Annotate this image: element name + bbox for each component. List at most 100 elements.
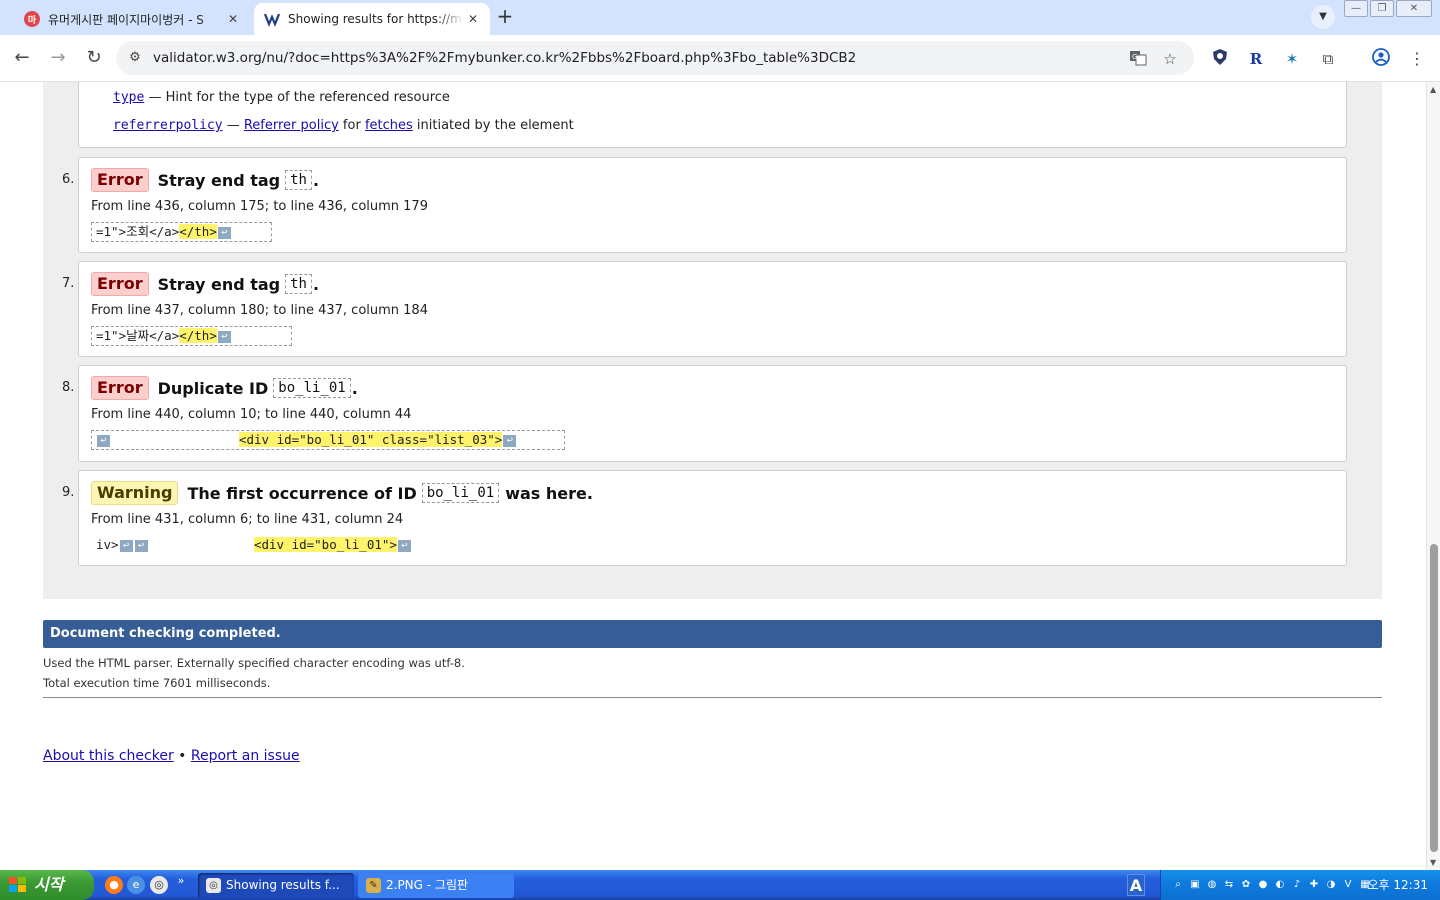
- for-text: for: [338, 118, 365, 133]
- forward-arrow-icon[interactable]: →: [46, 46, 70, 70]
- antivirus-tray-icon[interactable]: ✚: [1307, 878, 1321, 892]
- code-id: bo_li_01: [421, 483, 500, 503]
- page-content: type — Hint for the type of the referenc…: [0, 82, 1426, 870]
- bear-tray-icon[interactable]: ✿: [1239, 878, 1253, 892]
- attribute-type-link[interactable]: type: [113, 90, 144, 105]
- new-tab-plus-icon[interactable]: +: [494, 6, 516, 28]
- message-text: Stray end tag: [157, 274, 281, 294]
- language-bar-indicator[interactable]: A: [1127, 874, 1145, 896]
- extensions-puzzle-icon[interactable]: ⧉: [1317, 48, 1339, 70]
- v3-tray-icon[interactable]: V: [1341, 878, 1355, 892]
- attribute-referrerpolicy-link[interactable]: referrerpolicy: [113, 118, 223, 133]
- line-break-icon: ↩: [119, 539, 133, 552]
- attribute-referrerpolicy-line: referrerpolicy — Referrer policy for fet…: [113, 118, 574, 133]
- restore-icon[interactable]: ❐: [1370, 0, 1394, 17]
- extract-highlight: </th>: [179, 328, 217, 343]
- reload-icon[interactable]: ↻: [82, 46, 106, 70]
- tab-validator-results[interactable]: Showing results for https://my ✕: [254, 3, 490, 35]
- ie-quicklaunch-icon[interactable]: e: [127, 876, 145, 894]
- extract-pre: [111, 432, 239, 447]
- extract-pre: iv>: [96, 537, 119, 552]
- taskbar-clock[interactable]: 오후 12:31: [1368, 870, 1428, 900]
- message-heading: Error Stray end tag th .: [91, 168, 319, 192]
- tab-humor-board[interactable]: 마 유머게시판 페이지마이벙커 - S ✕: [14, 3, 250, 35]
- message-location: From line 440, column 10; to line 440, c…: [91, 407, 412, 422]
- svg-text:G: G: [1132, 53, 1137, 61]
- task-paint-window[interactable]: ✎ 2.PNG - 그림판: [358, 873, 514, 898]
- message-7: Error Stray end tag th . From line 437, …: [78, 261, 1347, 357]
- about-checker-link[interactable]: About this checker: [43, 748, 174, 764]
- paint-app-icon: ✎: [366, 878, 381, 893]
- extract-highlight: </th>: [179, 224, 217, 239]
- shield-tray-icon[interactable]: ◐: [1273, 878, 1287, 892]
- line-break-icon: ↩: [97, 434, 110, 447]
- attribute-type-line: type — Hint for the type of the referenc…: [113, 90, 450, 105]
- extract-pre: =1">날짜</a>: [96, 328, 180, 343]
- error-badge: Error: [91, 376, 149, 400]
- scroll-down-arrow-icon[interactable]: ▼: [1430, 858, 1436, 867]
- disk-tray-icon[interactable]: ◍: [1205, 878, 1219, 892]
- shield-extension-icon[interactable]: [1209, 48, 1231, 70]
- bird-extension-icon[interactable]: ✶: [1281, 48, 1303, 70]
- system-tray: ⌕ ▣ ◍ ⇆ ✿ ● ◐ ♪ ✚ ◑ V ▦ 오후 12:31: [1160, 870, 1440, 900]
- message-text: The first occurrence of ID: [187, 483, 417, 503]
- close-icon[interactable]: ✕: [464, 12, 482, 26]
- extract-pre: =1">조회</a>: [96, 224, 180, 239]
- code-extract: ↩ <div id="bo_li_01" class="list_03"> ↩: [91, 430, 565, 450]
- window-close-icon[interactable]: ✕: [1396, 0, 1432, 17]
- profile-avatar-icon[interactable]: [1370, 48, 1392, 70]
- task-chrome-window[interactable]: ◎ Showing results f...: [198, 873, 354, 898]
- tab-title: Showing results for https://my: [288, 12, 464, 26]
- message-number: 9.: [62, 485, 75, 500]
- address-bar[interactable]: ⚙ validator.w3.org/nu/?doc=https%3A%2F%2…: [116, 41, 1194, 75]
- browser-toolbar: ← → ↻ ⚙ validator.w3.org/nu/?doc=https%3…: [0, 35, 1440, 82]
- footer-links: About this checker • Report an issue: [43, 748, 300, 764]
- message-suffix: .: [351, 378, 358, 398]
- message-location: From line 431, column 6; to line 431, co…: [91, 512, 404, 527]
- message-suffix: .: [312, 274, 320, 294]
- chrome-app-icon: ◎: [206, 878, 221, 893]
- back-arrow-icon[interactable]: ←: [10, 46, 34, 70]
- code-extract: iv> ↩ ↩ <div id="bo_li_01"> ↩: [91, 535, 417, 555]
- translate-icon[interactable]: G: [1128, 49, 1148, 69]
- message-heading: Warning The first occurrence of ID bo_li…: [91, 481, 593, 505]
- report-issue-link[interactable]: Report an issue: [191, 748, 300, 764]
- bookmark-star-icon[interactable]: ☆: [1160, 49, 1180, 69]
- chrome-quicklaunch-icon[interactable]: ◎: [150, 876, 168, 894]
- line-break-icon: ↩: [134, 539, 148, 552]
- fetches-link[interactable]: fetches: [365, 118, 413, 133]
- vertical-scrollbar[interactable]: ▲ ▼: [1426, 82, 1440, 870]
- attribute-tail-text: initiated by the element: [412, 118, 574, 133]
- scrollbar-thumb[interactable]: [1430, 544, 1438, 852]
- message-text: Duplicate ID: [157, 378, 269, 398]
- scroll-up-arrow-icon[interactable]: ▲: [1430, 85, 1436, 94]
- volume-tray-icon[interactable]: ♪: [1290, 878, 1304, 892]
- message-suffix: was here.: [505, 483, 593, 503]
- menu-kebab-icon[interactable]: ⋮: [1406, 48, 1428, 70]
- message-number: 8.: [62, 380, 75, 395]
- code-tag: th: [285, 274, 312, 294]
- message-5-details: type — Hint for the type of the referenc…: [78, 82, 1347, 148]
- line-break-icon: ↩: [503, 434, 517, 447]
- window-controls: — ❐ ✕: [1344, 0, 1432, 17]
- search-icon[interactable]: ⌕: [1171, 878, 1185, 892]
- firefox-tray-icon[interactable]: ●: [1256, 878, 1270, 892]
- site-info-icon[interactable]: ⚙: [126, 49, 144, 67]
- r-extension-icon[interactable]: R: [1245, 48, 1267, 70]
- firefox-quicklaunch-icon[interactable]: ●: [105, 876, 123, 894]
- quicklaunch-expand-icon[interactable]: »: [175, 872, 187, 890]
- tab-search-chevron-icon[interactable]: ▼: [1311, 5, 1335, 29]
- close-icon[interactable]: ✕: [224, 12, 242, 26]
- ball-tray-icon[interactable]: ◑: [1324, 878, 1338, 892]
- start-button[interactable]: 시작: [0, 870, 94, 900]
- message-6: Error Stray end tag th . From line 436, …: [78, 157, 1347, 253]
- minimize-icon[interactable]: —: [1344, 0, 1368, 17]
- tab-strip: 마 유머게시판 페이지마이벙커 - S ✕ Showing results fo…: [0, 0, 1440, 35]
- message-suffix: .: [312, 170, 320, 190]
- network-tray-icon[interactable]: ⇆: [1222, 878, 1236, 892]
- dash-text: —: [222, 118, 244, 133]
- warning-badge: Warning: [91, 481, 179, 505]
- monitor-tray-icon[interactable]: ▣: [1188, 878, 1202, 892]
- url-text[interactable]: validator.w3.org/nu/?doc=https%3A%2F%2Fm…: [153, 50, 856, 66]
- referrer-policy-link[interactable]: Referrer policy: [244, 118, 339, 133]
